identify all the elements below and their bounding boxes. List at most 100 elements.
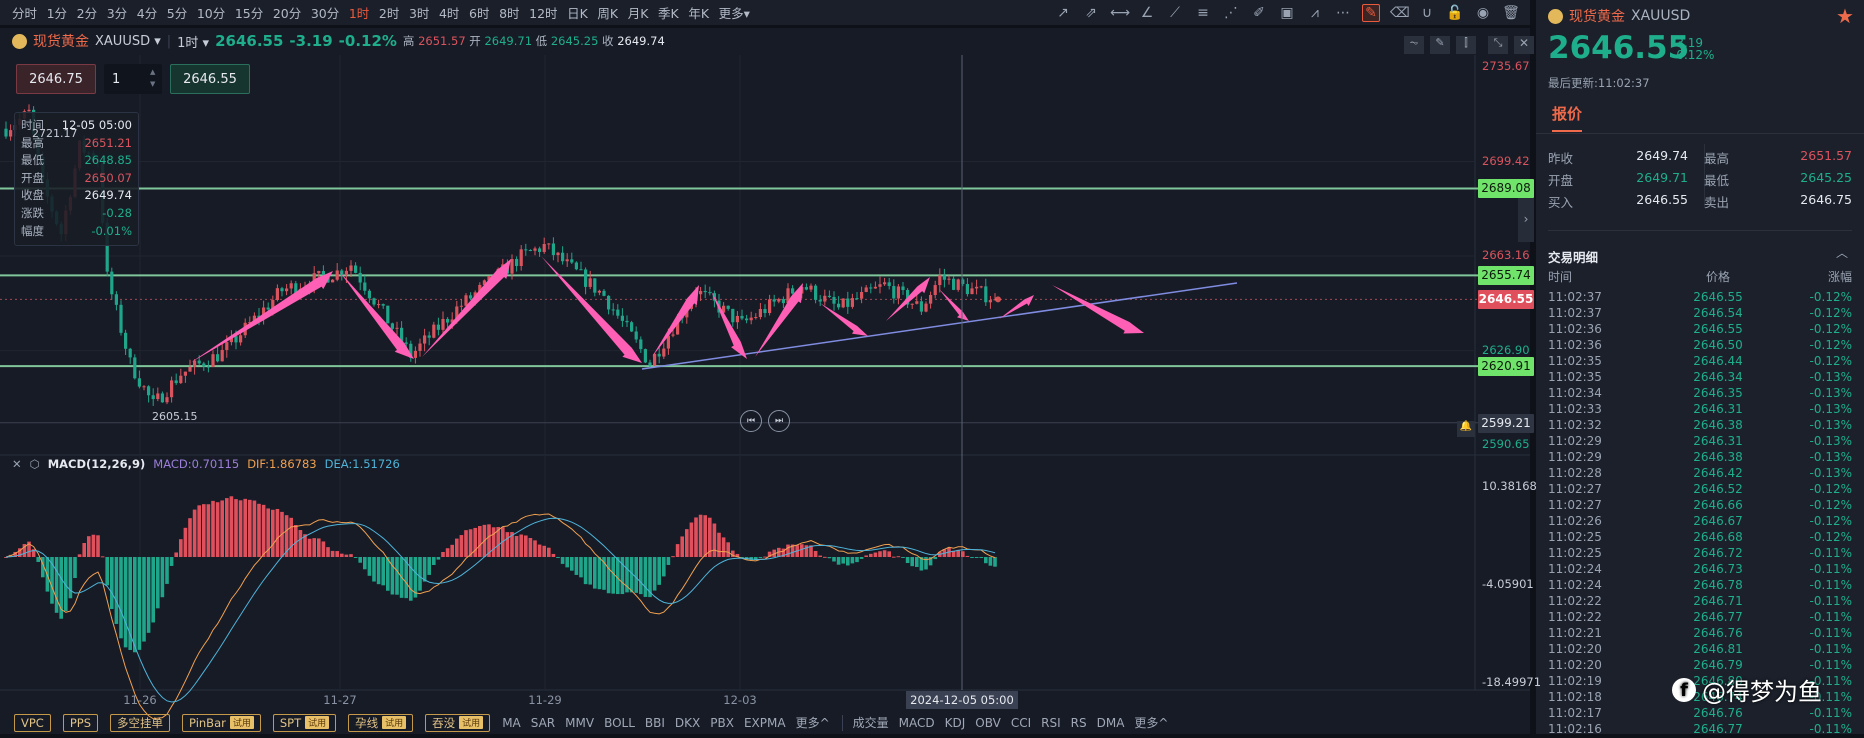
macd-bar [160,557,165,598]
pattern-button[interactable]: 多空挂单 [110,713,171,732]
pattern-button[interactable]: PinBar 试用 [182,713,261,732]
trade-time: 11:02:17 [1548,706,1602,720]
trade-price: 2646.72 [1693,546,1743,560]
expand-panel-chevron-icon[interactable]: › [1518,196,1534,242]
sub-indicator[interactable]: DMA [1097,716,1125,730]
gold-coin-icon [12,33,27,49]
price-tick: 2590.65 [1482,437,1530,452]
candle [533,248,537,251]
main-indicator[interactable]: BBI [645,716,665,730]
macd-bar [243,498,247,557]
tooltip-value: 2648.85 [84,153,132,168]
sub-indicator[interactable]: 成交量 [853,714,889,731]
main-indicator[interactable]: MA [502,716,521,730]
main-indicator[interactable]: EXPMA [744,716,786,730]
quantity-stepper[interactable]: ▲ ▼ [150,66,155,90]
panel-change: -3.19 -0.12% [1672,37,1714,61]
candles [4,104,997,406]
main-indicator[interactable]: MMV [565,716,594,730]
trade-time: 11:02:29 [1548,434,1602,448]
sub-indicator[interactable]: RSI [1041,716,1061,730]
macd-bar [197,505,201,557]
pattern-button[interactable]: 吞没 试用 [425,713,491,732]
sub-indicator[interactable]: KDJ [945,716,966,730]
candle [611,309,615,311]
sub-indicator[interactable]: MACD [899,716,935,730]
chart-canvas[interactable] [0,0,1536,734]
trade-change: -0.13% [1809,450,1852,464]
main-indicator[interactable]: BOLL [604,716,635,730]
pattern-button[interactable]: PPS [62,713,99,732]
indicator-icon[interactable]: ⏦ [1404,36,1424,54]
trade-row: 11:02:22 2646.77 -0.11% [1548,610,1852,626]
main-indicator[interactable]: 更多^ [796,714,830,731]
macd-bar [721,537,726,557]
candle [570,259,574,263]
trade-time: 11:02:25 [1548,546,1602,560]
macd-bar [114,557,119,624]
candle [864,287,868,292]
sub-indicator[interactable]: CCI [1011,716,1031,730]
sub-indicator[interactable]: 更多^ [1134,714,1168,731]
candle [538,248,542,253]
main-indicator[interactable]: PBX [710,716,734,730]
macd-bar [335,551,339,557]
replay-controls: ⏮ ⏭ [740,410,790,432]
candle [556,252,560,256]
trade-time: 11:02:24 [1548,578,1602,592]
candle [823,295,827,302]
trade-change: -0.12% [1809,322,1852,336]
close-indicator-icon[interactable]: ✕ [12,457,22,471]
sell-price-button[interactable]: 2646.75 [16,64,96,94]
skip-back-icon[interactable]: ⏮ [740,410,762,432]
pen-icon[interactable]: ✎ [1430,36,1450,54]
symbol-name[interactable]: 现货黄金 [33,31,89,51]
macd-bar [800,544,804,557]
drawn-arrow [652,285,699,357]
symbol-code[interactable]: XAUUSD ▾ [95,34,161,49]
candle-style-icon[interactable]: ⫿ [1456,36,1476,54]
interval-select[interactable]: 1时 ▾ [177,32,209,51]
open-value: 2649.71 [484,34,533,48]
pattern-button[interactable]: SPT 试用 [272,713,337,732]
settings-icon[interactable]: ⬡ [30,457,40,471]
candle [395,327,399,329]
macd-bar [100,556,105,558]
tab-quote[interactable]: 报价 [1552,103,1582,124]
level-tag[interactable]: 2689.08 [1478,178,1534,198]
favorite-star-icon[interactable]: ★ [1836,4,1854,28]
alert-bell-icon[interactable]: 🔔 [1457,421,1475,437]
main-indicator[interactable]: SAR [531,716,555,730]
candle [404,342,408,344]
alert-tag[interactable]: 2599.21 [1478,413,1534,433]
macd-bar [478,526,482,557]
candle [110,271,114,295]
collapse-icon[interactable]: ⤡ [1488,36,1508,54]
buy-price-button[interactable]: 2646.55 [170,64,250,94]
skip-forward-icon[interactable]: ⏭ [768,410,790,432]
trade-time: 11:02:35 [1548,370,1602,384]
trade-change: -0.12% [1809,306,1852,320]
price-tick: 2699.42 [1482,153,1530,168]
pattern-button[interactable]: VPC [14,713,51,732]
macd-bar [317,538,321,557]
candle [515,259,519,266]
candle [524,249,528,251]
level-tag[interactable]: 2620.91 [1478,356,1534,376]
sub-indicator[interactable]: OBV [975,716,1001,730]
close-icon[interactable]: ✕ [1514,36,1534,54]
candle [565,259,569,262]
divider [841,714,843,731]
tooltip-value: 2649.74 [84,188,132,203]
pattern-button[interactable]: 孕线 试用 [348,713,414,732]
sub-indicator[interactable]: RS [1071,716,1087,730]
trade-time: 11:02:16 [1548,722,1602,736]
macd-bar [441,551,445,557]
level-tag[interactable]: 2655.74 [1478,265,1534,285]
main-indicator[interactable]: DKX [675,716,700,730]
last-price: 2646.55 [215,32,284,50]
candle [942,275,946,280]
trade-time: 11:02:37 [1548,290,1602,304]
collapse-chevron-icon[interactable]: ︿ [1836,244,1848,261]
macd-bar [455,538,459,557]
